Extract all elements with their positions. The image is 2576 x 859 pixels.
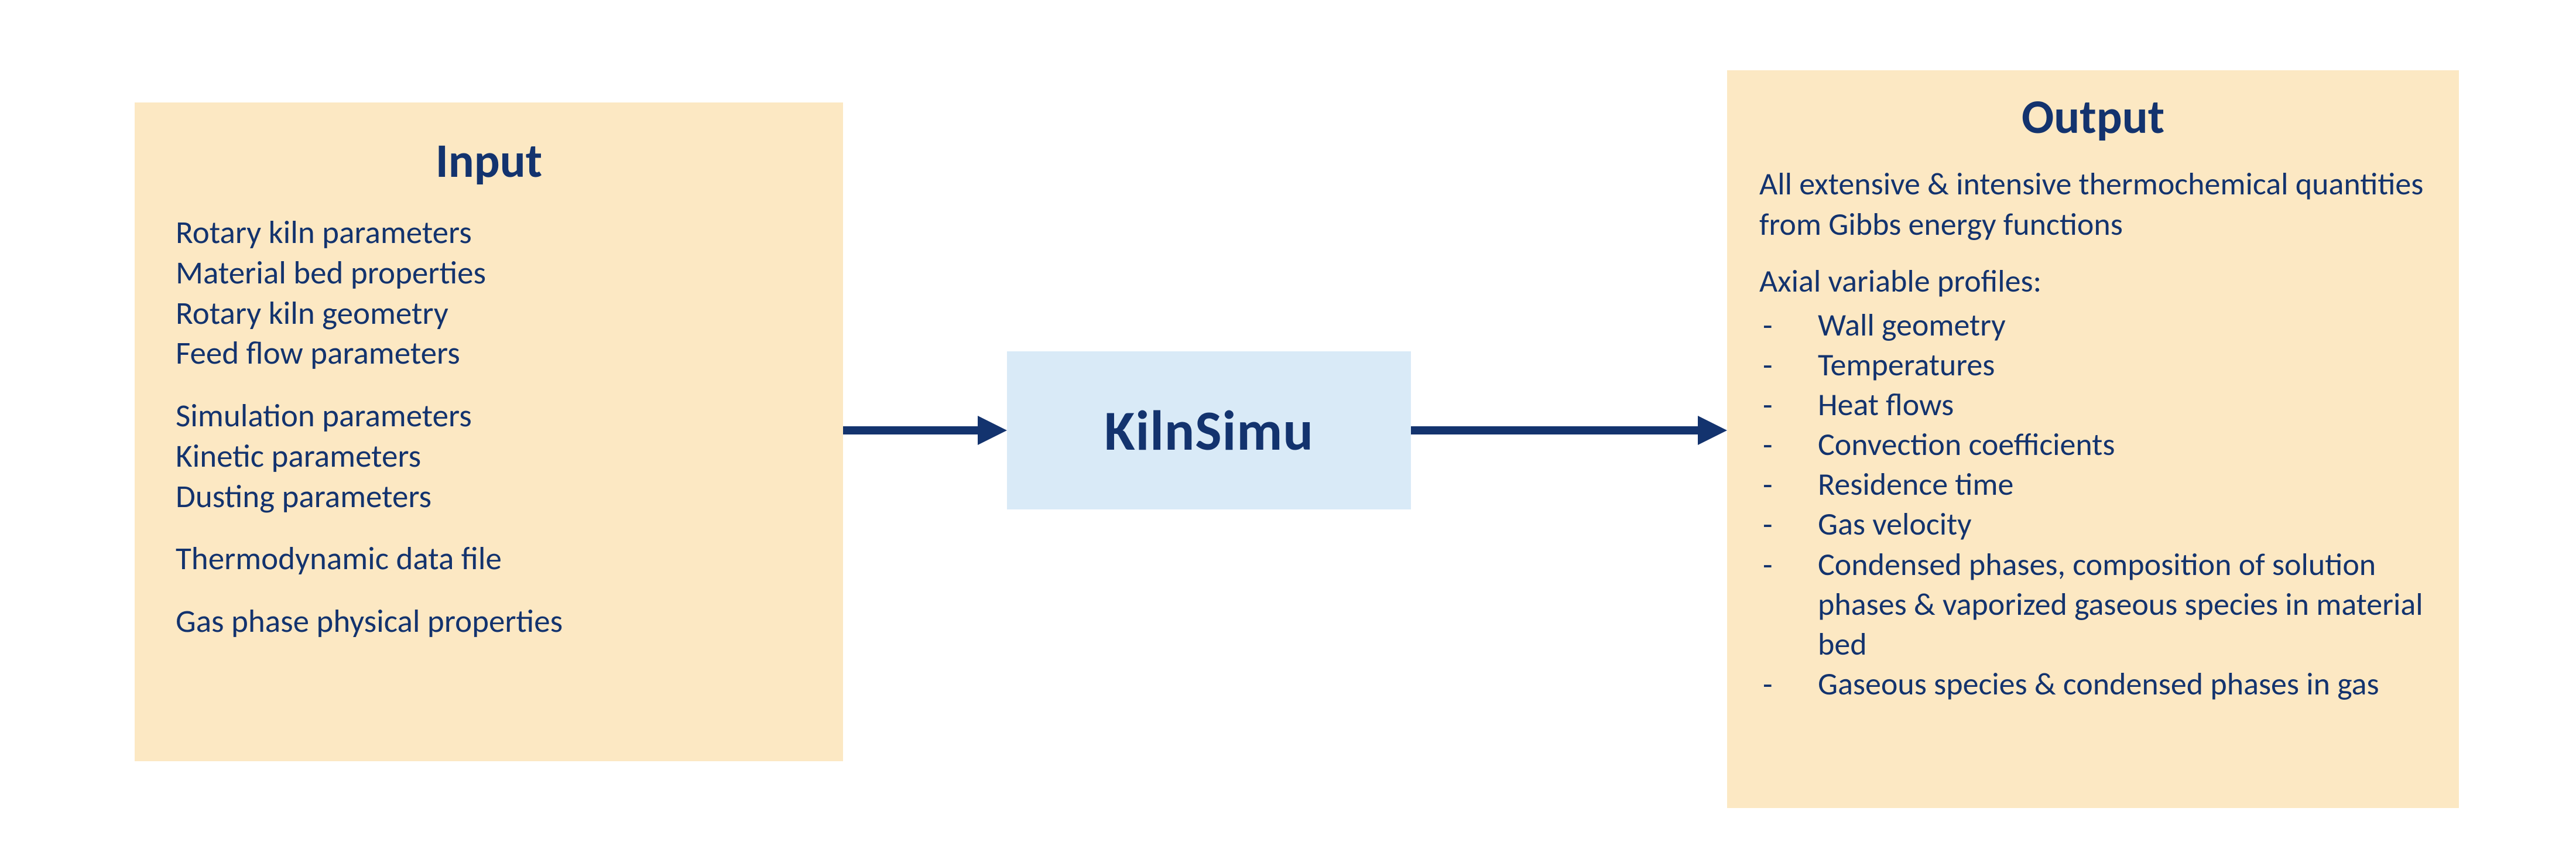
input-panel: Input Rotary kiln parameters Material be…: [135, 102, 843, 761]
output-profile-item: Convection coefficients: [1759, 425, 2427, 464]
input-item: Kinetic parameters: [176, 436, 802, 477]
output-profile-item: Gas velocity: [1759, 504, 2427, 544]
input-item: Gas phase physical properties: [176, 601, 802, 642]
output-paragraph: All extensive & intensive thermochemical…: [1759, 164, 2427, 245]
input-group-3: Thermodynamic data file: [176, 539, 802, 579]
arrow-right-icon: [1411, 410, 1727, 451]
arrow-right-icon: [843, 410, 1007, 451]
output-profiles-heading: Axial variable profiles:: [1759, 261, 2427, 302]
input-item: Rotary kiln geometry: [176, 293, 802, 334]
input-item: Feed flow parameters: [176, 333, 802, 374]
output-profile-item: Temperatures: [1759, 345, 2427, 385]
center-label: KilnSimu: [1104, 396, 1314, 465]
input-item: Simulation parameters: [176, 396, 802, 436]
diagram-stage: Input Rotary kiln parameters Material be…: [0, 0, 2576, 859]
output-profile-item: Wall geometry: [1759, 305, 2427, 345]
input-group-2: Simulation parameters Kinetic parameters…: [176, 396, 802, 516]
output-profile-item: Residence time: [1759, 464, 2427, 504]
output-profile-item: Condensed phases, composition of solutio…: [1759, 545, 2427, 664]
input-group-4: Gas phase physical properties: [176, 601, 802, 642]
input-title: Input: [176, 132, 802, 190]
input-item: Material bed properties: [176, 253, 802, 293]
input-item: Thermodynamic data file: [176, 539, 802, 579]
input-item: Dusting parameters: [176, 477, 802, 517]
center-node: KilnSimu: [1007, 351, 1411, 509]
output-profile-item: Gaseous species & condensed phases in ga…: [1759, 664, 2427, 704]
input-item: Rotary kiln parameters: [176, 213, 802, 253]
output-title: Output: [1759, 88, 2427, 146]
input-group-1: Rotary kiln parameters Material bed prop…: [176, 213, 802, 374]
output-profile-item: Heat flows: [1759, 385, 2427, 425]
output-profiles-list: Wall geometry Temperatures Heat flows Co…: [1759, 305, 2427, 703]
output-panel: Output All extensive & intensive thermoc…: [1727, 70, 2459, 808]
